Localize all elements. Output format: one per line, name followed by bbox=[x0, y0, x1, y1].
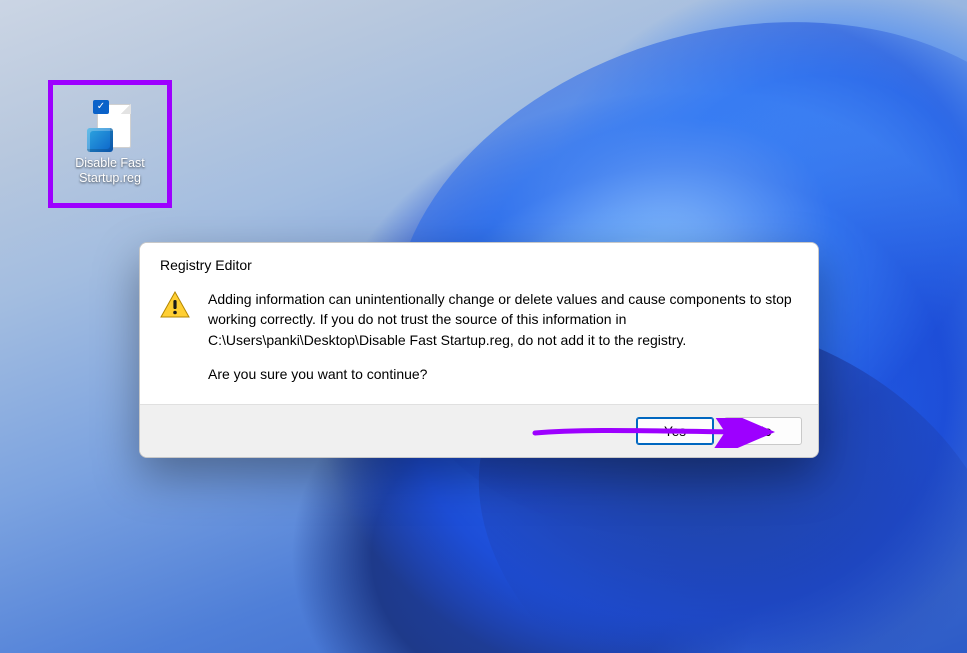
desktop-background: ✓ Disable Fast Startup.reg Registry Edit… bbox=[0, 0, 967, 653]
dialog-title: Registry Editor bbox=[140, 243, 818, 283]
yes-button[interactable]: Yes bbox=[636, 417, 714, 445]
registry-editor-dialog: Registry Editor Adding information can u… bbox=[139, 242, 819, 458]
dialog-button-row: Yes No bbox=[140, 404, 818, 457]
dialog-body: Adding information can unintentionally c… bbox=[140, 283, 818, 404]
desktop-icon-label: Disable Fast Startup.reg bbox=[55, 156, 165, 186]
desktop-icon-reg-file[interactable]: ✓ Disable Fast Startup.reg bbox=[53, 85, 167, 203]
reg-file-icon: ✓ bbox=[87, 102, 133, 152]
dialog-message: Adding information can unintentionally c… bbox=[208, 289, 798, 350]
dialog-confirm-question: Are you sure you want to continue? bbox=[208, 364, 798, 384]
dialog-message-area: Adding information can unintentionally c… bbox=[208, 289, 798, 384]
no-button[interactable]: No bbox=[724, 417, 802, 445]
annotation-highlight-box: ✓ Disable Fast Startup.reg bbox=[48, 80, 172, 208]
warning-icon bbox=[160, 291, 190, 384]
